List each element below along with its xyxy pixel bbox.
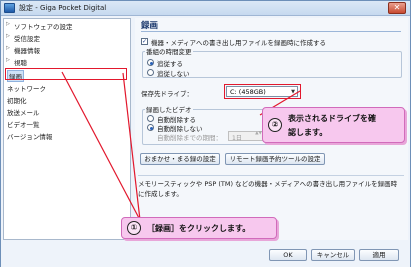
time-change-group-title: 番組の時間変更 — [145, 46, 193, 56]
drive-label: 保存先ドライブ： — [141, 90, 193, 98]
recorded-video-group-title: 録画したビデオ — [145, 104, 193, 114]
callout-two-text-line2: 認します。 — [288, 128, 328, 137]
window-title: 設定 - Giga Pocket Digital — [19, 4, 107, 12]
nav-item-label: ソフトウェアの設定 — [14, 23, 73, 31]
expand-arrow-icon[interactable]: ▷ — [6, 45, 12, 51]
app-icon — [4, 3, 15, 13]
nav-item-label: 受信設定 — [14, 35, 40, 43]
nav-item-software[interactable]: ▷ ソフトウェアの設定 — [4, 20, 130, 31]
nav-item-label: 視聴 — [14, 59, 27, 67]
step-two-badge: ② — [268, 118, 282, 132]
nav-item-video-list[interactable]: ビデオ一覧 — [4, 118, 130, 129]
nav-item-label: ネットワーク — [7, 85, 46, 93]
omakase-settings-button[interactable]: おまかせ・まる録の設定 — [140, 153, 220, 165]
no-follow-label: 追従しない — [157, 70, 190, 78]
apply-button[interactable]: 適用 — [359, 249, 399, 261]
follow-radio[interactable] — [147, 59, 154, 66]
nav-item-version-info[interactable]: バージョン情報 — [4, 130, 130, 141]
ok-button[interactable]: OK — [269, 249, 307, 261]
memory-file-checkbox[interactable]: ✓ — [141, 38, 148, 45]
nav-item-label: 機器情報 — [14, 47, 40, 55]
callout-one: ① ［録画］をクリックします。 — [121, 217, 277, 239]
highlight-box — [224, 84, 301, 99]
spin-arrows-icon[interactable]: ▲▼ — [255, 131, 262, 136]
cancel-button[interactable]: キャンセル — [311, 249, 355, 261]
callout-one-text: ［録画］をクリックします。 — [147, 224, 251, 233]
close-button[interactable]: ✕ — [388, 2, 406, 14]
setting-description: メモリースティックや PSP (TM) などの機器・メディアへの書き出し用ファイ… — [138, 180, 398, 198]
nav-item-device-info[interactable]: ▷ 機器情報 — [4, 44, 130, 55]
description-divider — [138, 175, 404, 176]
auto-delete-period-label: 自動削除までの期間： — [157, 134, 222, 142]
nav-item-initialize[interactable]: 初期化 — [4, 94, 130, 105]
settings-nav: ▷ ソフトウェアの設定 ▷ 受信設定 ▷ 機器情報 ▷ 視聴 録画 ネットワーク… — [3, 18, 131, 240]
step-one-badge: ① — [127, 221, 141, 235]
follow-label: 追従する — [157, 60, 183, 68]
section-divider — [141, 31, 401, 32]
nav-item-reception[interactable]: ▷ 受信設定 — [4, 32, 130, 43]
nav-item-label: 放送メール — [7, 109, 40, 117]
no-auto-delete-radio[interactable] — [147, 124, 154, 131]
highlight-box — [5, 68, 127, 80]
expand-arrow-icon[interactable]: ▷ — [6, 57, 12, 63]
nav-item-broadcast-mail[interactable]: 放送メール — [4, 106, 130, 117]
auto-delete-radio[interactable] — [147, 115, 154, 122]
nav-item-label: バージョン情報 — [7, 133, 53, 141]
period-spinner[interactable]: 1日 ▲▼ — [228, 131, 264, 142]
period-value: 1日 — [232, 135, 242, 142]
callout-two-text-line1: 表示されるドライブを確 — [288, 114, 376, 123]
remote-reservation-settings-button[interactable]: リモート録画予約ツールの設定 — [225, 153, 325, 165]
no-follow-radio[interactable] — [147, 69, 154, 76]
title-bar: 設定 - Giga Pocket Digital ✕ — [1, 1, 410, 16]
nav-item-label: ビデオ一覧 — [7, 121, 40, 129]
nav-item-network[interactable]: ネットワーク — [4, 82, 130, 93]
nav-item-label: 初期化 — [7, 97, 27, 105]
callout-two: ② 表示されるドライブを確 認します。 — [262, 107, 405, 143]
expand-arrow-icon[interactable]: ▷ — [6, 21, 12, 27]
nav-item-viewing[interactable]: ▷ 視聴 — [4, 56, 130, 67]
section-title: 録画 — [141, 21, 159, 31]
dialog-footer: OK キャンセル 適用 — [1, 244, 410, 267]
expand-arrow-icon[interactable]: ▷ — [6, 33, 12, 39]
